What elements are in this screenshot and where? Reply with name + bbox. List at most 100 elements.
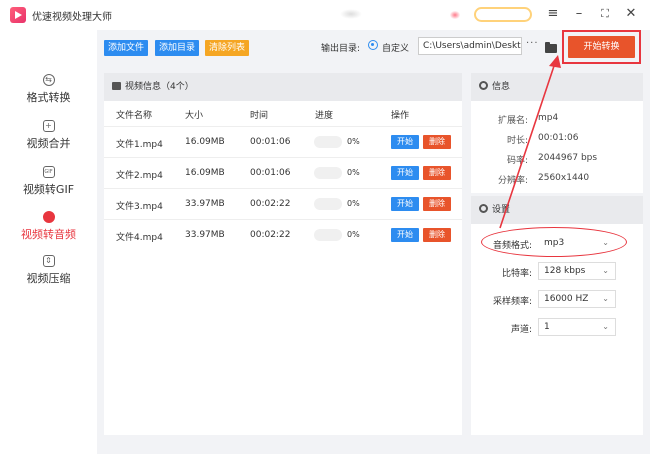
- folder-icon[interactable]: [545, 42, 557, 53]
- progress-bar: [314, 136, 342, 148]
- sidebar-item-label: 视频合并: [26, 137, 71, 150]
- column-header-progress: 进度: [315, 111, 334, 121]
- progress-percent: 0%: [347, 137, 360, 146]
- info-label: 分辨率:: [498, 176, 529, 186]
- settings-panel-header: 设置: [471, 196, 643, 224]
- blurred-element: [340, 9, 362, 19]
- row-start-button[interactable]: 开始: [391, 135, 419, 149]
- sample-rate-select[interactable]: 16000 HZ ⌄: [538, 290, 616, 308]
- table-row[interactable]: 文件3.mp4 33.97MB 00:02:22 0% 开始 删除: [104, 188, 462, 219]
- sidebar-item-label: 视频压缩: [26, 272, 71, 285]
- start-convert-button[interactable]: 开始转换: [568, 36, 635, 58]
- file-name: 文件1.mp4: [116, 140, 163, 150]
- progress-bar: [314, 167, 342, 179]
- column-header-size: 大小: [185, 111, 204, 121]
- file-size: 16.09MB: [185, 137, 225, 147]
- progress-bar: [314, 229, 342, 241]
- audio-icon: [42, 211, 55, 223]
- sample-rate-label: 采样频率:: [492, 297, 532, 307]
- custom-label: 自定义: [382, 44, 410, 54]
- sidebar: ⇆ 格式转换 + 视频合并 GIF 视频转GIF 视频转音频 ⇕ 视频压缩: [0, 30, 97, 454]
- menu-icon[interactable]: ≡: [546, 7, 560, 21]
- video-list-title: 视频信息（4个）: [125, 82, 194, 92]
- row-delete-button[interactable]: 删除: [423, 228, 451, 242]
- app-title: 优速视频处理大师: [32, 11, 112, 23]
- column-header-actions: 操作: [391, 111, 410, 121]
- sidebar-item-label: 视频转GIF: [22, 183, 75, 196]
- close-icon[interactable]: ✕: [624, 7, 638, 21]
- table-row[interactable]: 文件4.mp4 33.97MB 00:02:22 0% 开始 删除: [104, 219, 462, 250]
- file-duration: 00:01:06: [250, 137, 291, 147]
- app-logo-icon: [10, 7, 26, 23]
- select-value: 16000 HZ: [544, 294, 589, 304]
- add-folder-button[interactable]: 添加目录: [155, 40, 200, 56]
- more-options-button[interactable]: ···: [526, 38, 539, 49]
- sidebar-item-audio[interactable]: 视频转音频: [0, 211, 97, 242]
- sidebar-item-gif[interactable]: GIF 视频转GIF: [0, 166, 97, 197]
- format-convert-icon: ⇆: [42, 74, 55, 86]
- gif-icon: GIF: [42, 166, 55, 178]
- compress-icon: ⇕: [42, 255, 55, 267]
- row-delete-button[interactable]: 删除: [423, 166, 451, 180]
- sidebar-item-label: 格式转换: [26, 91, 71, 104]
- output-path-input[interactable]: C:\Users\admin\Deskto: [418, 37, 522, 55]
- file-duration: 00:02:22: [250, 230, 291, 240]
- gear-icon: [479, 204, 488, 213]
- channel-select[interactable]: 1 ⌄: [538, 318, 616, 336]
- sidebar-item-format-convert[interactable]: ⇆ 格式转换: [0, 74, 97, 105]
- sidebar-item-compress[interactable]: ⇕ 视频压缩: [0, 255, 97, 286]
- clear-list-button[interactable]: 清除列表: [205, 40, 250, 56]
- chevron-down-icon: ⌄: [602, 266, 609, 275]
- file-name: 文件3.mp4: [116, 202, 163, 212]
- sidebar-item-merge[interactable]: + 视频合并: [0, 120, 97, 151]
- gear-icon: [479, 81, 488, 90]
- column-header-time: 时间: [250, 111, 269, 121]
- progress-percent: 0%: [347, 168, 360, 177]
- audio-format-highlight: [481, 227, 627, 257]
- channel-label: 声道:: [510, 325, 532, 335]
- blurred-element: [450, 11, 460, 19]
- progress-percent: 0%: [347, 199, 360, 208]
- column-header-name: 文件名称: [116, 111, 153, 121]
- file-name: 文件2.mp4: [116, 171, 163, 181]
- info-label: 时长:: [507, 136, 529, 146]
- video-list-header: 视频信息（4个）: [104, 73, 462, 101]
- info-label: 码率:: [507, 156, 529, 166]
- info-value: 2560x1440: [538, 173, 590, 183]
- select-value: 128 kbps: [544, 266, 586, 276]
- file-size: 16.09MB: [185, 168, 225, 178]
- maximize-icon[interactable]: ⛶: [598, 7, 612, 21]
- bitrate-select[interactable]: 128 kbps ⌄: [538, 262, 616, 280]
- row-start-button[interactable]: 开始: [391, 228, 419, 242]
- blurred-badge[interactable]: [474, 7, 532, 22]
- chevron-down-icon: ⌄: [602, 294, 609, 303]
- title-bar: 优速视频处理大师 ≡ – ⛶ ✕: [0, 0, 650, 30]
- custom-radio[interactable]: [368, 40, 378, 50]
- row-delete-button[interactable]: 删除: [423, 197, 451, 211]
- file-name: 文件4.mp4: [116, 233, 163, 243]
- image-icon: [112, 82, 121, 90]
- add-file-button[interactable]: 添加文件: [104, 40, 149, 56]
- info-panel-header: 信息: [471, 73, 643, 101]
- select-value: 1: [544, 322, 550, 332]
- output-dir-label: 输出目录:: [321, 44, 361, 54]
- info-value: 00:01:06: [538, 133, 579, 143]
- merge-icon: +: [42, 120, 55, 132]
- info-label: 扩展名:: [498, 116, 529, 126]
- chevron-down-icon: ⌄: [602, 322, 609, 331]
- row-start-button[interactable]: 开始: [391, 197, 419, 211]
- info-value: 2044967 bps: [538, 153, 598, 163]
- table-row[interactable]: 文件2.mp4 16.09MB 00:01:06 0% 开始 删除: [104, 157, 462, 188]
- file-size: 33.97MB: [185, 199, 225, 209]
- file-duration: 00:02:22: [250, 199, 291, 209]
- row-start-button[interactable]: 开始: [391, 166, 419, 180]
- minimize-icon[interactable]: –: [572, 7, 586, 21]
- settings-panel-title: 设置: [492, 205, 511, 215]
- start-button-highlight: 开始转换: [562, 30, 641, 64]
- info-panel-title: 信息: [492, 82, 511, 92]
- info-value: mp4: [538, 113, 559, 123]
- table-row[interactable]: 文件1.mp4 16.09MB 00:01:06 0% 开始 删除: [104, 126, 462, 157]
- bitrate-label: 比特率:: [501, 269, 532, 279]
- row-delete-button[interactable]: 删除: [423, 135, 451, 149]
- file-duration: 00:01:06: [250, 168, 291, 178]
